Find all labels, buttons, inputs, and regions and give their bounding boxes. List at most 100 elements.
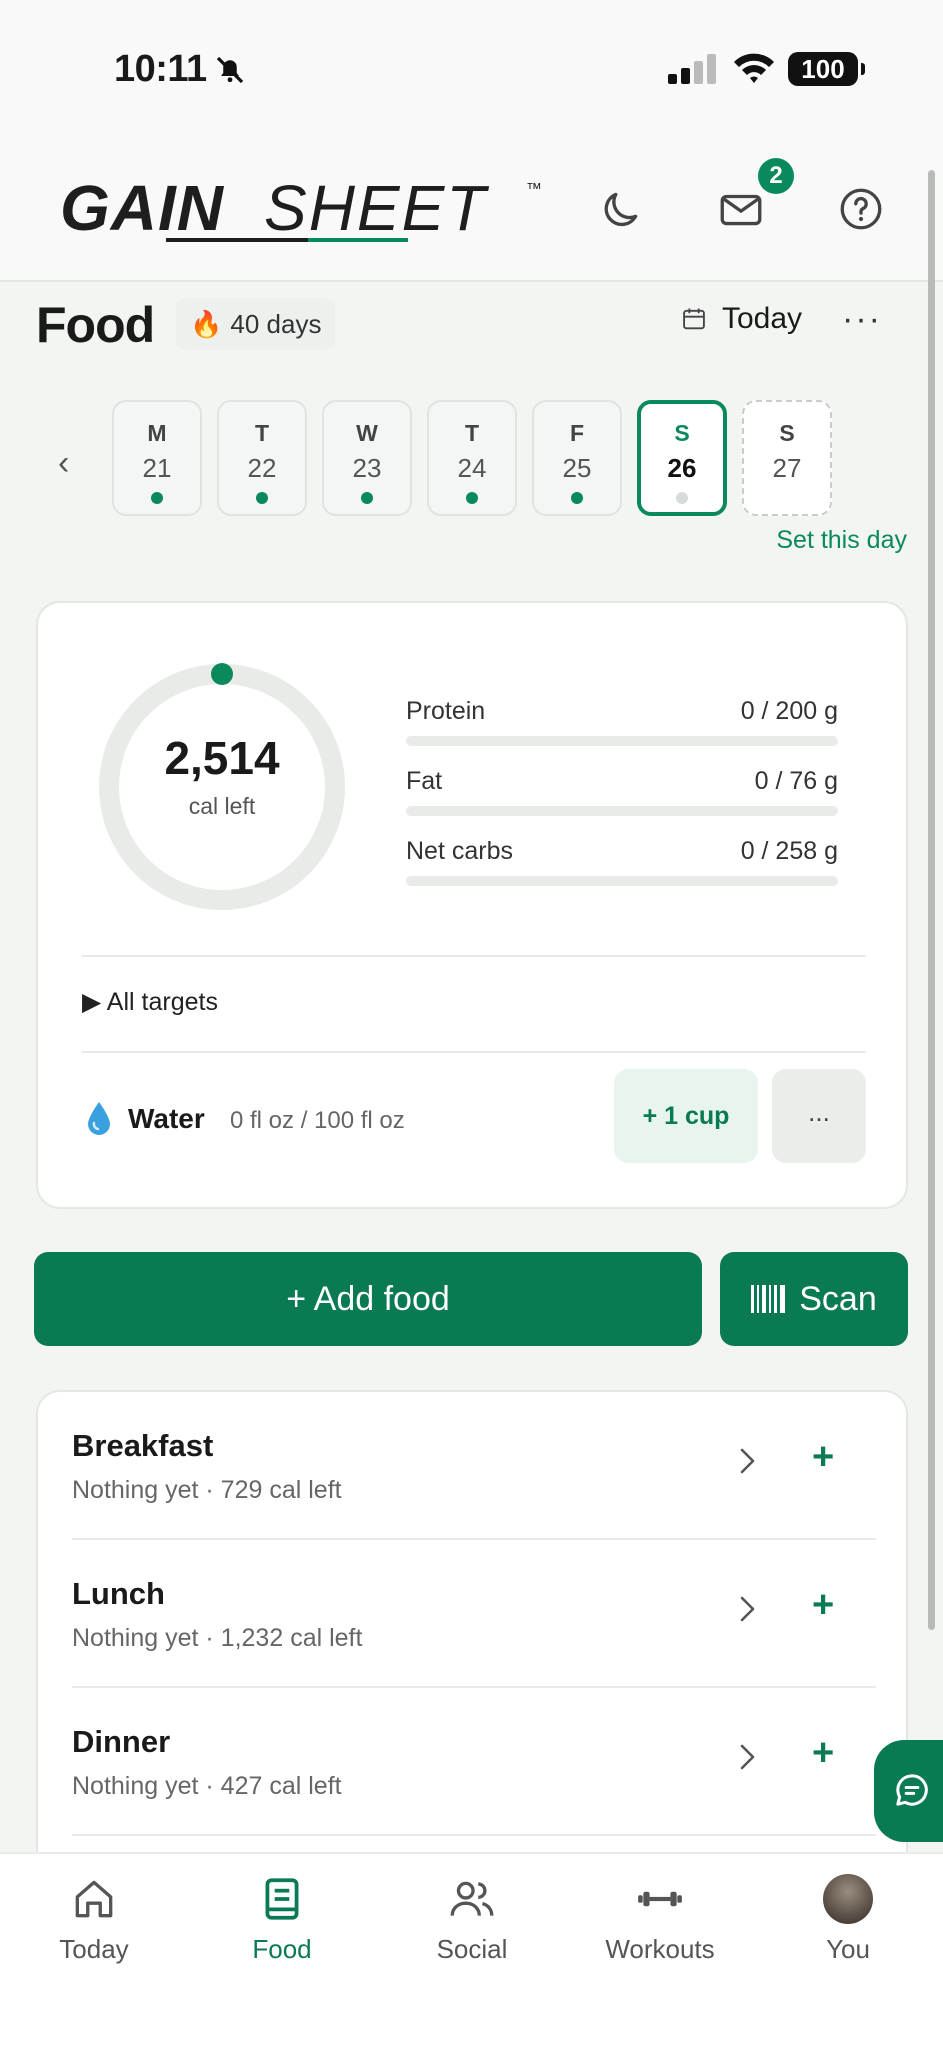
divider: [82, 1051, 866, 1053]
add-to-meal-button[interactable]: +: [812, 1584, 834, 1627]
add-to-meal-button[interactable]: +: [812, 1732, 834, 1775]
all-targets-toggle[interactable]: ▶ All targets: [82, 987, 218, 1017]
divider: [82, 955, 866, 957]
day-pill[interactable]: S 26: [637, 400, 727, 516]
scan-button[interactable]: Scan: [720, 1252, 908, 1346]
day-letter: S: [674, 420, 690, 446]
fire-icon: 🔥: [190, 308, 223, 339]
macro-progress-bar: [406, 736, 838, 746]
svg-text:GAIN: GAIN: [60, 172, 225, 244]
macro-value: 0 / 200 g: [740, 697, 838, 725]
inbox-count-badge: 2: [758, 158, 794, 194]
scan-label: Scan: [799, 1279, 877, 1318]
nav-food[interactable]: Food: [202, 1874, 362, 1965]
day-letter: W: [356, 420, 378, 446]
macro-protein: Protein 0 / 200 g: [406, 697, 838, 746]
add-cup-button[interactable]: + 1 cup: [614, 1069, 758, 1163]
dumbbell-icon: [638, 1891, 682, 1907]
day-letter: T: [464, 420, 480, 446]
streak-badge[interactable]: 🔥 40 days: [176, 298, 336, 350]
macro-value: 0 / 258 g: [740, 837, 838, 865]
calendar-icon: [683, 308, 705, 330]
help-icon[interactable]: [836, 184, 886, 234]
avatar: [823, 1874, 873, 1924]
page-title: Food: [36, 297, 155, 353]
day-number: 27: [772, 453, 802, 483]
chevron-right-icon[interactable]: [736, 1740, 760, 1774]
add-to-meal-button[interactable]: +: [812, 1436, 834, 1479]
calories-left-value: 2,514: [164, 732, 280, 784]
macro-name: Fat: [406, 767, 443, 795]
water-more-button[interactable]: ...: [772, 1069, 866, 1163]
food-screen: 10:11 100 GAIN SHEET ™ 2 Food 🔥 40 days …: [0, 0, 943, 2048]
nav-social[interactable]: Social: [392, 1874, 552, 1965]
day-letter: M: [147, 420, 167, 446]
day-pill[interactable]: F 25: [532, 400, 622, 516]
signal-icon: [668, 54, 716, 84]
meal-row-lunch[interactable]: Lunch Nothing yet · 1,232 cal left +: [38, 1540, 910, 1688]
nav-workouts[interactable]: Workouts: [580, 1874, 740, 1965]
calories-ring: [99, 663, 345, 910]
journal-icon: [265, 1878, 299, 1920]
macro-name: Net carbs: [406, 837, 513, 865]
day-pill[interactable]: T 24: [427, 400, 517, 516]
day-number: 23: [352, 453, 382, 483]
status-time: 10:11: [114, 48, 207, 90]
logged-indicator-dot: [676, 492, 688, 504]
meal-subtitle: Nothing yet · 427 cal left: [72, 1772, 342, 1800]
chevron-right-icon[interactable]: [736, 1592, 760, 1626]
logged-indicator-dot: [361, 492, 373, 504]
meal-name: Lunch: [72, 1576, 165, 1611]
chevron-right-icon[interactable]: [736, 1444, 760, 1478]
day-pill[interactable]: W 23: [322, 400, 412, 516]
day-letter: T: [254, 420, 270, 446]
logged-indicator-dot: [151, 492, 163, 504]
logged-indicator-dot: [466, 492, 478, 504]
day-pill[interactable]: S 27: [742, 400, 832, 516]
water-label: Water: [128, 1103, 205, 1134]
day-pill[interactable]: T 22: [217, 400, 307, 516]
chat-button[interactable]: [874, 1740, 943, 1842]
logged-indicator-dot: [256, 492, 268, 504]
meal-row-breakfast[interactable]: Breakfast Nothing yet · 729 cal left +: [38, 1392, 910, 1540]
day-pill[interactable]: M 21: [112, 400, 202, 516]
bottom-nav: Today Food Social Workouts You: [0, 1852, 943, 2048]
daily-summary-card: 2,514 cal left Protein 0 / 200 g Fat 0 / 7…: [36, 601, 908, 1209]
nav-today[interactable]: Today: [14, 1874, 174, 1965]
nav-label: Social: [436, 1934, 508, 1964]
nav-label: Today: [59, 1934, 129, 1964]
set-this-day-link[interactable]: Set this day: [776, 526, 907, 555]
nav-label: You: [826, 1934, 870, 1964]
previous-week-button[interactable]: ‹: [58, 444, 69, 483]
barcode-icon: [751, 1285, 786, 1313]
gainsheet-logo: GAIN SHEET ™: [60, 172, 542, 244]
day-number: 22: [247, 453, 277, 483]
add-food-button[interactable]: + Add food: [34, 1252, 702, 1346]
macro-progress-bar: [406, 876, 838, 886]
divider: [72, 1834, 876, 1836]
macro-fat: Fat 0 / 76 g: [406, 767, 838, 816]
water-value: 0 fl oz / 100 fl oz: [230, 1107, 405, 1134]
bell-muted-icon: [216, 56, 244, 84]
nav-you[interactable]: You: [768, 1874, 928, 1965]
meal-row-dinner[interactable]: Dinner Nothing yet · 427 cal left +: [38, 1688, 910, 1836]
scrollbar[interactable]: [928, 170, 935, 1630]
nav-label: Workouts: [605, 1934, 715, 1964]
svg-text:™: ™: [526, 181, 542, 198]
moon-icon[interactable]: [596, 184, 646, 234]
day-number: 21: [142, 453, 172, 483]
day-number: 24: [457, 453, 487, 483]
people-icon: [450, 1881, 494, 1916]
mail-icon[interactable]: [716, 184, 766, 234]
logged-indicator-dot: [571, 492, 583, 504]
meal-subtitle: Nothing yet · 729 cal left: [72, 1476, 342, 1504]
status-bar: 10:11 100: [0, 0, 943, 140]
app-header: GAIN SHEET ™ 2: [0, 140, 943, 282]
streak-text: 40 days: [230, 308, 322, 339]
more-options-button[interactable]: ···: [842, 300, 882, 339]
svg-text:SHEET: SHEET: [264, 172, 489, 244]
today-button[interactable]: Today: [680, 302, 802, 336]
water-drop-icon: [88, 1102, 110, 1135]
nav-label: Food: [252, 1934, 312, 1964]
macro-net-carbs: Net carbs 0 / 258 g: [406, 837, 838, 886]
